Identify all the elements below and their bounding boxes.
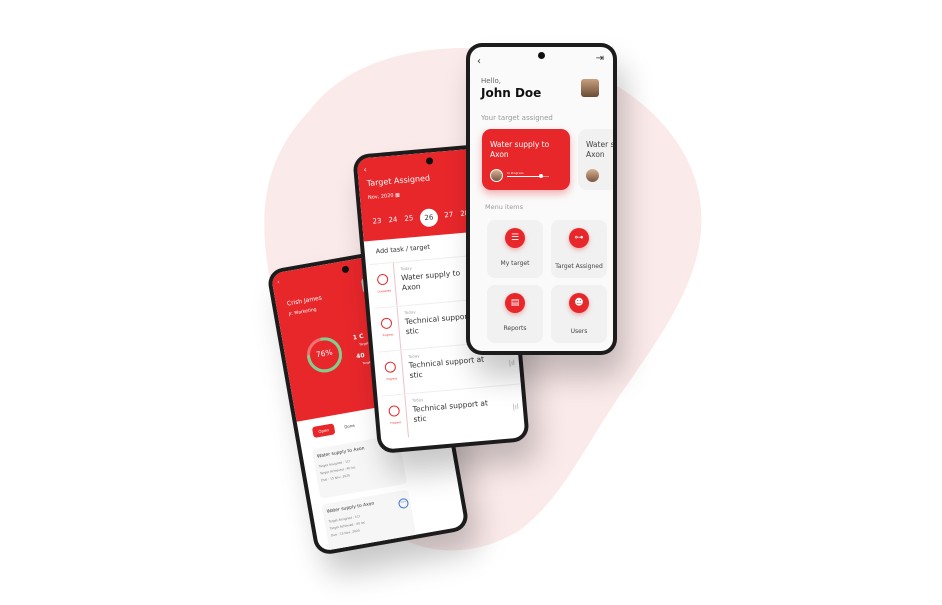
chevron-left-icon[interactable]: ‹ — [477, 56, 481, 67]
progress-fill — [507, 176, 539, 177]
menu-tile-users[interactable]: ☻ Users — [551, 285, 607, 343]
camera-notch — [538, 52, 545, 59]
tile-label: Target Assigned — [555, 263, 603, 270]
menu-title: Menu items — [485, 203, 523, 211]
add-task-button[interactable]: Add task / target — [375, 243, 430, 256]
day-chip[interactable]: 24 — [386, 215, 401, 225]
menu-tile-my-target[interactable]: ☰ My target — [487, 220, 543, 278]
month-picker[interactable]: Nov, 2020 ▦ — [368, 192, 400, 201]
user-name: John Doe — [481, 86, 542, 100]
page-title: Target Assigned — [366, 173, 431, 189]
target-list-icon: ☰ — [505, 228, 525, 248]
card-title: Water supply to Axon — [490, 140, 550, 159]
org-chart-icon: ⊶ — [569, 228, 589, 248]
menu-tile-reports[interactable]: ▤ Reports — [487, 285, 543, 343]
task-title: Technical support at stic — [408, 354, 485, 381]
day-chip[interactable]: 23 — [370, 217, 385, 226]
task-status-tab: Progress — [381, 394, 410, 440]
task-status: Progress — [382, 333, 394, 338]
task-date: Today — [407, 353, 420, 360]
day-chip[interactable]: 25 — [402, 214, 417, 223]
avatar — [586, 169, 599, 182]
item-title: Water supply to Axon — [316, 446, 366, 460]
status-ring-icon — [388, 405, 401, 417]
task-status-tab: Completed — [369, 262, 398, 308]
avatar — [490, 169, 503, 182]
target-card[interactable]: Water supply to Axon In Progress — [482, 129, 570, 190]
task-date: Today — [403, 309, 416, 316]
showcase-stage: ‹ Crish James Jr. Marketing 76% 1 C Targ… — [0, 0, 942, 605]
item-detail: Due : 15 Nov, 2020 — [330, 528, 361, 538]
task-status-tab: Progress — [377, 350, 406, 396]
dashboard-screen: ‹ ⇥ Hello, John Doe Your target assigned… — [470, 47, 613, 351]
report-icon: ▤ — [505, 293, 525, 313]
task-date: Today — [411, 396, 424, 403]
progress-label: In Progress — [507, 171, 524, 175]
target-card[interactable]: Water supply to Axon — [578, 129, 613, 190]
item-progress-ring: Done — [397, 497, 410, 510]
day-chip[interactable]: 27 — [441, 210, 456, 220]
chevron-left-icon[interactable]: ‹ — [363, 165, 367, 174]
tab-done[interactable]: Done — [343, 420, 355, 433]
tab-open[interactable]: Open — [311, 423, 336, 438]
day-chip-selected[interactable]: 26 — [419, 207, 439, 228]
bar-chart-icon: |ıl — [512, 402, 520, 412]
status-ring-icon — [380, 317, 393, 330]
card-title: Water supply to Axon — [586, 140, 613, 159]
status-ring-icon — [384, 361, 397, 374]
progress-handle — [539, 174, 543, 178]
stat-value: 40 — [355, 351, 366, 361]
task-status: Progress — [386, 377, 398, 382]
item-title: Water supply to Axon — [326, 501, 375, 515]
task-status: Completed — [377, 289, 392, 294]
bar-chart-icon: |ıl — [508, 358, 516, 368]
status-ring-icon — [376, 273, 389, 286]
task-status-tab: Progress — [373, 306, 402, 352]
tile-label: Reports — [503, 325, 527, 332]
camera-notch — [425, 157, 433, 165]
tile-label: Users — [570, 328, 588, 335]
users-icon: ☻ — [569, 293, 589, 313]
logout-icon[interactable]: ⇥ — [596, 53, 604, 64]
month-label: Nov, 2020 — [367, 192, 394, 201]
calendar-icon: ▦ — [394, 192, 401, 199]
greeting: Hello, — [481, 77, 501, 85]
menu-tile-target-assigned[interactable]: ⊶ Target Assigned — [551, 220, 607, 278]
avatar[interactable] — [581, 79, 599, 97]
phone-dashboard: ‹ ⇥ Hello, John Doe Your target assigned… — [466, 43, 617, 355]
tile-label: My target — [500, 260, 530, 267]
task-status: Progress — [390, 420, 402, 425]
task-date: Today — [400, 265, 413, 272]
item-detail: Due : 15 Nov, 2020 — [320, 473, 351, 483]
task-title: Technical support at stic — [412, 398, 489, 424]
section-title: Your target assigned — [481, 114, 553, 122]
